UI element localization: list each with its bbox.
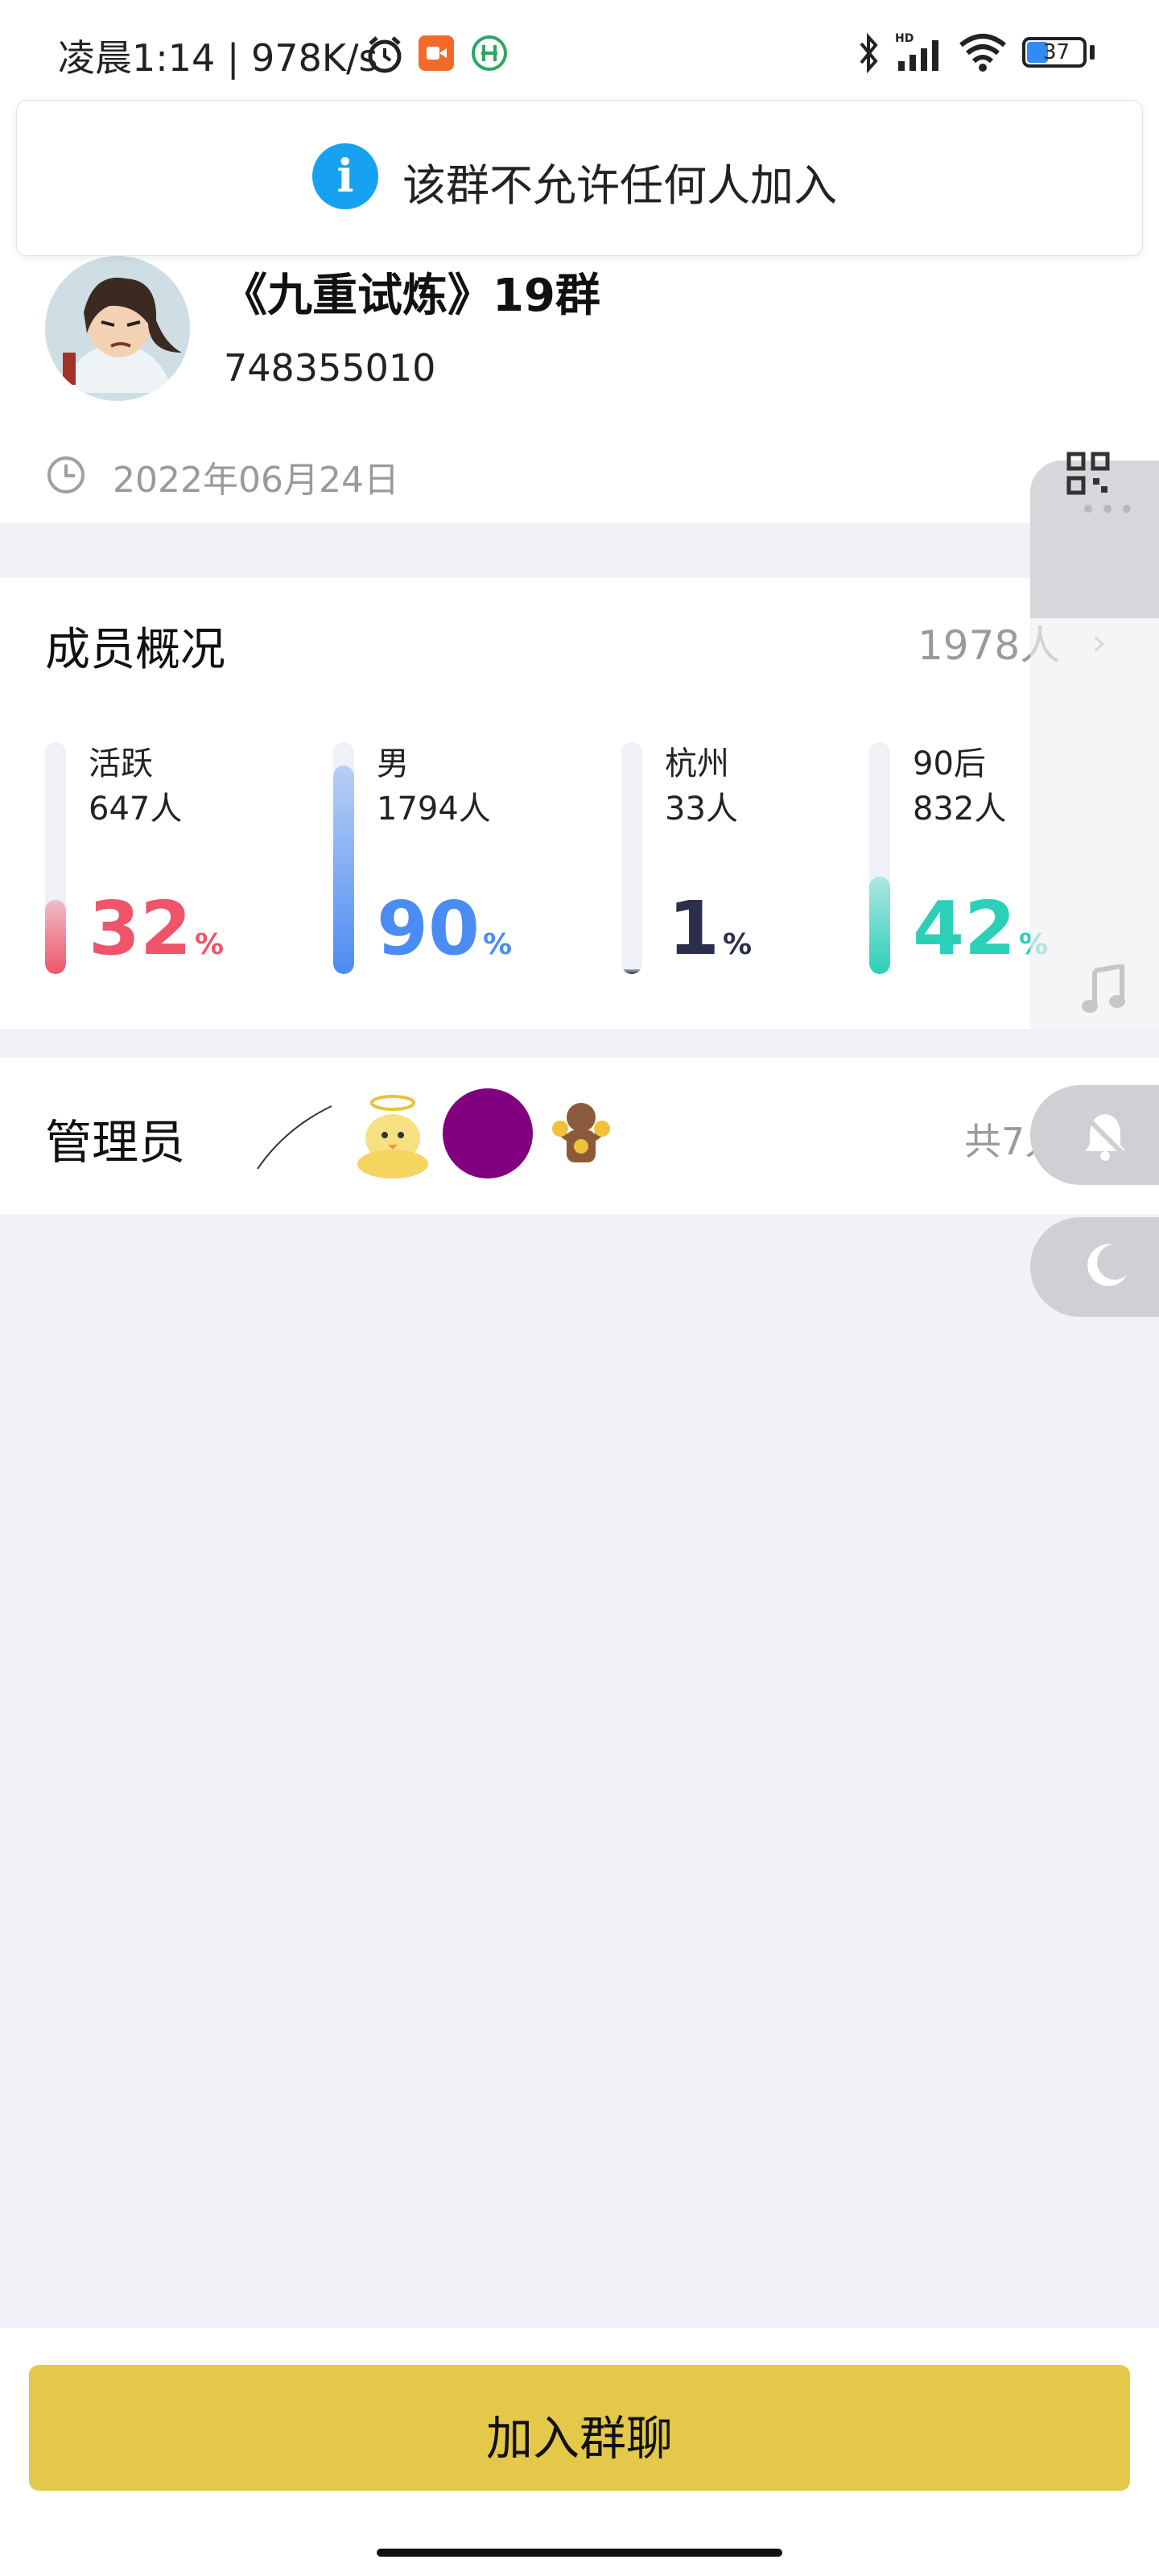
group-id: 748355010 — [224, 346, 436, 390]
active-stat-count: 647人 — [89, 791, 183, 828]
wifi-icon — [959, 34, 1006, 72]
bell-off-icon[interactable] — [1079, 1109, 1132, 1162]
male-stat-percent: 90% — [377, 886, 513, 972]
qr-code-icon[interactable] — [1066, 451, 1111, 496]
age-stat-bar — [869, 742, 890, 974]
region-stat-label: 杭州 — [665, 745, 729, 782]
admin-avatar-4[interactable] — [547, 1096, 615, 1170]
music-note-icon[interactable] — [1080, 964, 1128, 1016]
male-stat-fill — [333, 766, 354, 974]
region-stat-fill — [621, 969, 642, 974]
alarm-icon — [368, 36, 402, 73]
vpn-icon — [472, 35, 507, 71]
admin-avatar-2[interactable] — [348, 1088, 438, 1179]
male-stat-count: 1794人 — [377, 791, 491, 828]
admin-avatar-3[interactable] — [443, 1088, 533, 1179]
join-group-label: 加入群聊 — [485, 2411, 673, 2466]
active-stat-percent: 32% — [89, 886, 225, 972]
region-stat-bar — [621, 742, 642, 974]
more-dots-icon[interactable] — [1080, 502, 1136, 515]
svg-text:HD: HD — [895, 32, 914, 45]
admin-title: 管理员 — [45, 1115, 186, 1170]
battery-tip — [1090, 45, 1095, 60]
created-date: 2022年06月24日 — [113, 460, 399, 501]
active-stat-fill — [45, 900, 66, 974]
recorder-app-icon — [419, 35, 454, 71]
age-stat-label: 90后 — [913, 745, 986, 782]
status-time-speed: 凌晨1:14 | 978K/s — [58, 36, 378, 80]
male-stat-bar — [333, 742, 354, 974]
info-icon: i — [312, 143, 378, 209]
age-stat-fill — [869, 877, 890, 974]
group-avatar[interactable] — [45, 256, 190, 401]
toast-message: 该群不允许任何人加入 — [402, 160, 837, 211]
group-name: 《九重试炼》19群 — [222, 270, 600, 322]
region-stat-percent: 1% — [668, 886, 753, 972]
battery-icon: 37 — [1022, 37, 1087, 68]
region-stat-count: 33人 — [665, 791, 738, 828]
male-stat-label: 男 — [377, 745, 409, 782]
clock-icon — [47, 456, 85, 493]
signal-icon: HD — [895, 32, 938, 71]
member-overview-title: 成员概况 — [45, 624, 225, 676]
active-stat-bar — [45, 742, 66, 974]
moon-icon[interactable] — [1080, 1240, 1132, 1291]
age-stat-percent: 42% — [913, 886, 1048, 972]
home-indicator[interactable] — [377, 2549, 782, 2557]
bluetooth-icon — [860, 32, 878, 74]
age-stat-count: 832人 — [913, 791, 1007, 828]
active-stat-label: 活跃 — [89, 745, 153, 782]
admin-avatar-1[interactable] — [253, 1096, 336, 1174]
battery-level: 37 — [1043, 40, 1070, 64]
